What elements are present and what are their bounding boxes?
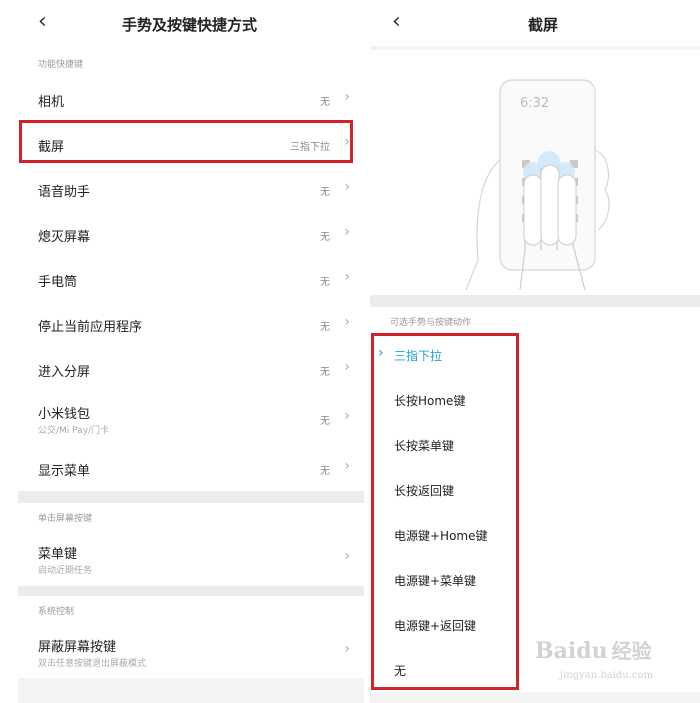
setting-row-stop-current-app[interactable]: 停止当前应用程序 无 › bbox=[18, 301, 364, 347]
three-finger-swipe-illustration bbox=[465, 79, 610, 291]
setting-row-screenshot[interactable]: 截屏 三指下拉 › bbox=[18, 121, 364, 167]
setting-row-show-menu[interactable]: 显示菜单 无 › bbox=[18, 445, 364, 491]
chevron-right-icon: › bbox=[344, 548, 350, 564]
chevron-right-icon: › bbox=[344, 224, 350, 240]
right-top-bar: ‹ 截屏 bbox=[370, 0, 700, 46]
option-power-home[interactable]: 电源键+Home键 bbox=[370, 513, 700, 559]
chevron-right-icon: › bbox=[344, 89, 350, 105]
chevron-right-icon: › bbox=[344, 134, 350, 150]
chevron-right-icon: › bbox=[344, 408, 350, 424]
section-header-single-tap-keys: 单击屏幕按键 bbox=[18, 503, 364, 529]
option-long-press-menu[interactable]: 长按菜单键 bbox=[370, 423, 700, 469]
option-power-menu[interactable]: 电源键+菜单键 bbox=[370, 558, 700, 604]
setting-row-flashlight[interactable]: 手电筒 无 › bbox=[18, 256, 364, 302]
section-header-system-control: 系统控制 bbox=[18, 596, 364, 622]
chevron-right-icon: › bbox=[344, 641, 350, 657]
chevron-right-icon: › bbox=[344, 179, 350, 195]
screenshot-gesture-panel: ‹ 截屏 6:32 可选手势与按键动作 › 三指下拉 长按Home键 长按菜单键… bbox=[370, 0, 700, 703]
setting-row-voice-assistant[interactable]: 语音助手 无 › bbox=[18, 166, 364, 212]
setting-row-mi-wallet[interactable]: 小米钱包 公交/Mi Pay/门卡 无 › bbox=[18, 391, 364, 446]
back-button[interactable]: ‹ bbox=[38, 10, 47, 34]
section-divider bbox=[18, 586, 364, 596]
selected-check-icon: › bbox=[378, 345, 384, 361]
back-button[interactable]: ‹ bbox=[392, 10, 401, 34]
watermark-logo: Baidu 经验 bbox=[535, 638, 652, 664]
chevron-right-icon: › bbox=[344, 314, 350, 330]
chevron-right-icon: › bbox=[344, 359, 350, 375]
gesture-illustration-area: 6:32 bbox=[370, 50, 700, 295]
setting-row-turn-off-screen[interactable]: 熄灭屏幕 无 › bbox=[18, 211, 364, 257]
setting-row-split-screen[interactable]: 进入分屏 无 › bbox=[18, 346, 364, 392]
page-title: 截屏 bbox=[528, 16, 559, 34]
page-title: 手势及按键快捷方式 bbox=[122, 16, 258, 34]
setting-row-camera[interactable]: 相机 无 › bbox=[18, 76, 364, 122]
chevron-right-icon: › bbox=[344, 269, 350, 285]
shortcuts-settings-panel: ‹ 手势及按键快捷方式 功能快捷键 相机 无 › 截屏 三指下拉 › 语音助手 … bbox=[18, 0, 364, 703]
section-divider bbox=[18, 491, 364, 503]
section-header-function-shortcuts: 功能快捷键 bbox=[18, 48, 364, 76]
option-long-press-home[interactable]: 长按Home键 bbox=[370, 378, 700, 424]
illustration-clock: 6:32 bbox=[520, 96, 550, 111]
watermark-url: jingyan.baidu.com bbox=[560, 670, 654, 681]
option-long-press-back[interactable]: 长按返回键 bbox=[370, 468, 700, 514]
left-top-bar: ‹ 手势及按键快捷方式 bbox=[18, 0, 364, 48]
section-divider bbox=[370, 295, 700, 307]
section-header-available-actions: 可选手势与按键动作 bbox=[370, 307, 700, 333]
setting-row-block-screen-keys[interactable]: 屏蔽屏幕按键 双击任意按键退出屏蔽模式 › bbox=[18, 622, 364, 678]
chevron-right-icon: › bbox=[344, 458, 350, 474]
option-three-finger-swipe[interactable]: › 三指下拉 bbox=[370, 333, 700, 379]
setting-row-menu-key[interactable]: 菜单键 启动近期任务 › bbox=[18, 529, 364, 586]
